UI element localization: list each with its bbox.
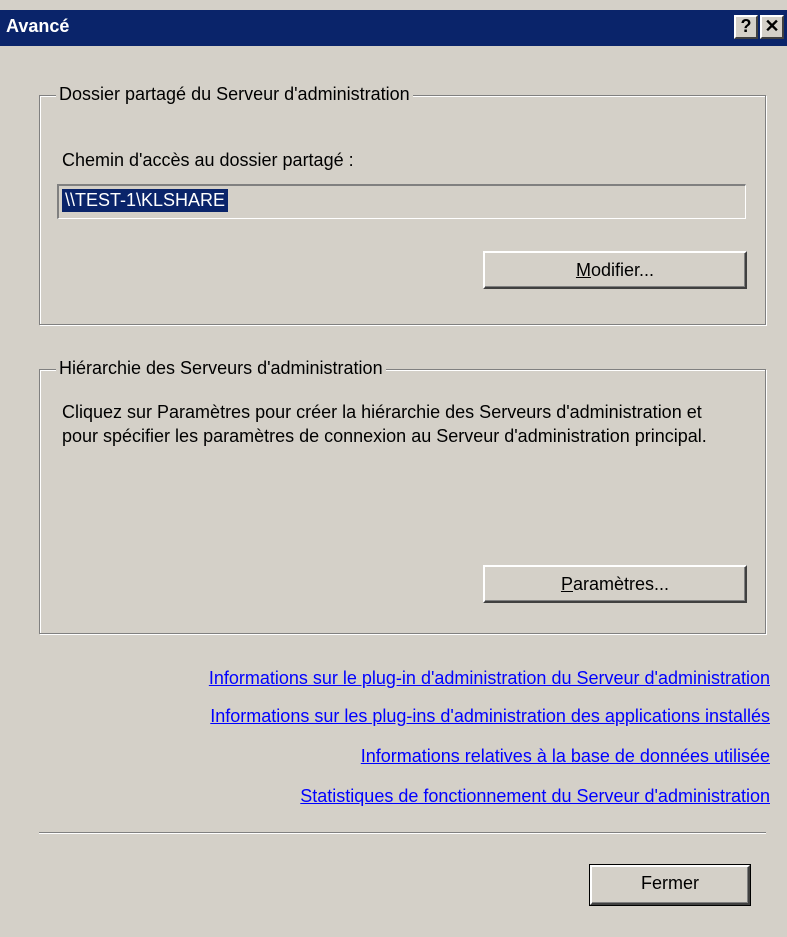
shared-folder-path-field[interactable]: \\TEST-1\KLSHARE (57, 184, 746, 219)
settings-button-mnemonic: P (560, 574, 573, 594)
footer-separator (39, 832, 766, 834)
shared-folder-path-label: Chemin d'accès au dossier partagé : (62, 150, 354, 170)
hierarchy-group: Hiérarchie des Serveurs d'administration… (39, 358, 766, 634)
plugin-info-link[interactable]: Informations sur le plug-in d'administra… (209, 668, 770, 689)
window-title: Avancé (6, 16, 70, 36)
shared-folder-legend: Dossier partagé du Serveur d'administrat… (56, 84, 413, 105)
help-button[interactable]: ? (734, 15, 758, 39)
modify-button[interactable]: Modifier... (483, 251, 747, 289)
database-info-link[interactable]: Informations relatives à la base de donn… (361, 746, 770, 767)
close-button[interactable]: ✕ (760, 15, 784, 39)
close-icon: ✕ (764, 16, 780, 36)
modify-button-mnemonic: M (575, 260, 591, 280)
server-statistics-link[interactable]: Statistiques de fonctionnement du Serveu… (300, 786, 770, 807)
modify-button-label: odifier... (590, 260, 655, 280)
settings-button-label: aramètres... (572, 574, 670, 594)
advanced-dialog: Avancé ? ✕ Dossier partagé du Serveur d'… (0, 0, 787, 937)
app-plugins-info-link[interactable]: Informations sur les plug-ins d'administ… (210, 706, 770, 727)
close-dialog-button[interactable]: Fermer (589, 864, 751, 906)
title-bar[interactable]: Avancé ? ✕ (0, 10, 787, 46)
settings-button[interactable]: Paramètres... (483, 565, 747, 603)
shared-folder-group: Dossier partagé du Serveur d'administrat… (39, 84, 766, 325)
hierarchy-description: Cliquez sur Paramètres pour créer la hié… (62, 402, 707, 446)
hierarchy-legend: Hiérarchie des Serveurs d'administration (56, 358, 386, 379)
help-icon: ? (740, 16, 752, 36)
close-dialog-button-label: Fermer (641, 873, 699, 893)
shared-folder-path-value: \\TEST-1\KLSHARE (62, 189, 229, 212)
